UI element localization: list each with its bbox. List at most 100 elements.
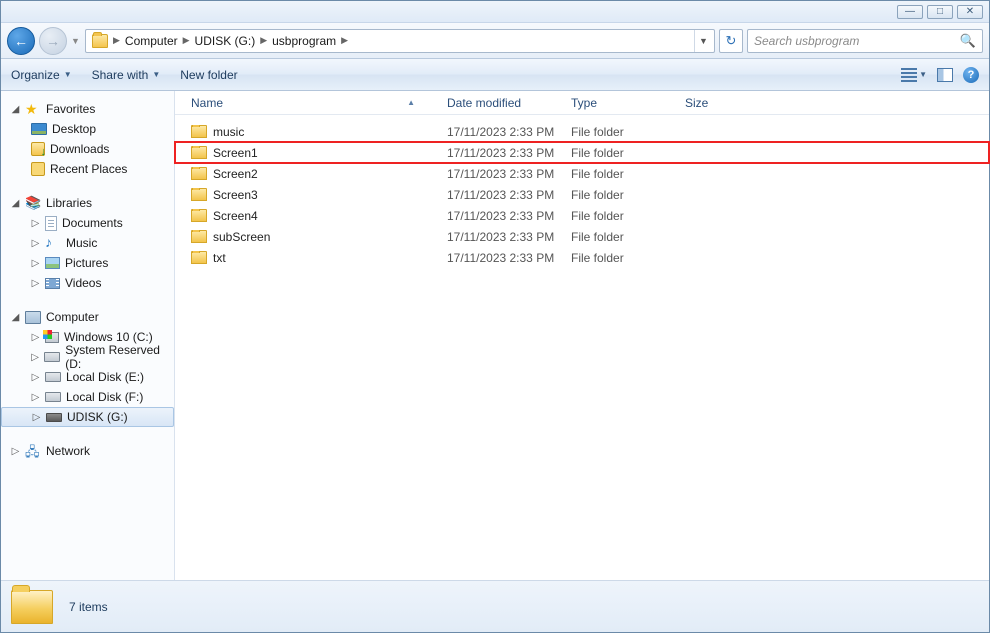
tree-drive-f[interactable]: ▷Local Disk (F:) — [1, 387, 174, 407]
file-row[interactable]: Screen417/11/2023 2:33 PMFile folder — [175, 205, 989, 226]
disclosure-icon[interactable]: ▷ — [31, 278, 40, 289]
folder-icon — [191, 230, 207, 243]
file-name: txt — [213, 251, 226, 265]
forward-button[interactable]: → — [39, 27, 67, 55]
chevron-down-icon: ▼ — [64, 70, 72, 79]
organize-menu[interactable]: Organize▼ — [11, 68, 72, 82]
usb-drive-icon — [46, 413, 62, 422]
file-date: 17/11/2023 2:33 PM — [441, 230, 565, 244]
address-dropdown[interactable]: ▼ — [694, 30, 712, 52]
new-folder-button[interactable]: New folder — [180, 68, 237, 82]
file-row[interactable]: music17/11/2023 2:33 PMFile folder — [175, 121, 989, 142]
file-row[interactable]: txt17/11/2023 2:33 PMFile folder — [175, 247, 989, 268]
help-button[interactable]: ? — [963, 67, 979, 83]
tree-drive-d[interactable]: ▷System Reserved (D: — [1, 347, 174, 367]
sort-asc-icon: ▲ — [407, 98, 435, 107]
folder-icon — [191, 125, 207, 138]
history-dropdown[interactable]: ▼ — [71, 36, 81, 46]
disclosure-icon[interactable]: ◢ — [11, 312, 20, 323]
disclosure-icon[interactable]: ▷ — [31, 238, 40, 249]
file-name: Screen3 — [213, 188, 258, 202]
disclosure-icon[interactable]: ▷ — [32, 412, 41, 423]
address-bar[interactable]: ▶ Computer ▶ UDISK (G:) ▶ usbprogram ▶ ▼ — [85, 29, 715, 53]
disclosure-icon[interactable]: ▷ — [31, 218, 40, 229]
disclosure-icon[interactable]: ▷ — [31, 392, 40, 403]
tree-computer[interactable]: ◢ Computer — [1, 307, 174, 327]
disclosure-icon[interactable]: ▷ — [31, 258, 40, 269]
search-input[interactable] — [754, 34, 960, 48]
file-date: 17/11/2023 2:33 PM — [441, 146, 565, 160]
file-row[interactable]: subScreen17/11/2023 2:33 PMFile folder — [175, 226, 989, 247]
tree-label: Network — [46, 444, 90, 458]
file-list-pane: Name ▲ Date modified Type Size music 17/1… — [175, 91, 989, 580]
minimize-button[interactable]: — — [897, 5, 923, 19]
navigation-tree[interactable]: ◢ ★ Favorites Desktop Downloads Recent P… — [1, 91, 175, 580]
disclosure-icon[interactable]: ◢ — [11, 198, 20, 209]
column-name[interactable]: Name ▲ — [185, 91, 441, 114]
tree-documents[interactable]: ▷Documents — [1, 213, 174, 233]
file-date: 17/11/2023 2:33 PM — [441, 188, 565, 202]
back-button[interactable]: ← — [7, 27, 35, 55]
file-date: 17/11/2023 2:33 PM — [441, 125, 565, 139]
view-options-button[interactable]: ▼ — [901, 68, 927, 82]
breadcrumb-usbprogram[interactable]: usbprogram — [268, 30, 340, 52]
preview-pane-button[interactable] — [937, 68, 953, 82]
tree-favorites[interactable]: ◢ ★ Favorites — [1, 99, 174, 119]
disclosure-icon[interactable]: ▷ — [11, 446, 20, 457]
maximize-button[interactable]: □ — [927, 5, 953, 19]
disclosure-icon[interactable]: ▷ — [31, 332, 40, 343]
desktop-icon — [31, 123, 47, 135]
column-headers: Name ▲ Date modified Type Size — [175, 91, 989, 115]
computer-icon — [25, 311, 41, 324]
file-name: Screen1 — [213, 146, 258, 160]
column-type[interactable]: Type — [565, 91, 679, 114]
chevron-down-icon: ▼ — [152, 70, 160, 79]
disclosure-icon[interactable]: ▷ — [31, 372, 40, 383]
column-date[interactable]: Date modified — [441, 91, 565, 114]
drive-icon — [45, 372, 61, 382]
file-name: music — [213, 125, 244, 139]
tree-label: Favorites — [46, 102, 95, 116]
drive-icon — [45, 392, 61, 402]
share-menu[interactable]: Share with▼ — [92, 68, 161, 82]
windows-drive-icon — [45, 332, 59, 343]
breadcrumb-computer[interactable]: Computer — [121, 30, 182, 52]
disclosure-icon[interactable]: ◢ — [11, 104, 20, 115]
breadcrumb-udisk[interactable]: UDISK (G:) — [191, 30, 260, 52]
tree-label: Computer — [46, 310, 99, 324]
navigation-bar: ← → ▼ ▶ Computer ▶ UDISK (G:) ▶ usbprogr… — [1, 23, 989, 59]
file-type: File folder — [565, 167, 679, 181]
folder-icon — [92, 34, 108, 48]
disclosure-icon[interactable]: ▷ — [31, 352, 39, 363]
chevron-down-icon: ▼ — [919, 70, 927, 79]
videos-icon — [45, 278, 60, 289]
column-size[interactable]: Size — [679, 91, 759, 114]
close-button[interactable]: ✕ — [957, 5, 983, 19]
tree-recent-places[interactable]: Recent Places — [1, 159, 174, 179]
tree-libraries[interactable]: ◢ 📚 Libraries — [1, 193, 174, 213]
tree-label: Libraries — [46, 196, 92, 210]
folder-icon — [191, 188, 207, 201]
file-row[interactable]: Screen317/11/2023 2:33 PMFile folder — [175, 184, 989, 205]
tree-desktop[interactable]: Desktop — [1, 119, 174, 139]
tree-videos[interactable]: ▷Videos — [1, 273, 174, 293]
file-row[interactable]: Screen117/11/2023 2:33 PMFile folder — [175, 142, 989, 163]
tree-downloads[interactable]: Downloads — [1, 139, 174, 159]
refresh-button[interactable]: ↻ — [719, 29, 743, 53]
music-icon: ♪ — [45, 235, 61, 251]
tree-network[interactable]: ▷ 🖧 Network — [1, 441, 174, 461]
file-date: 17/11/2023 2:33 PM — [441, 167, 565, 181]
tree-music[interactable]: ▷♪Music — [1, 233, 174, 253]
file-name: Screen4 — [213, 209, 258, 223]
folder-icon — [191, 251, 207, 264]
breadcrumb-sep-icon: ▶ — [260, 35, 267, 46]
tree-pictures[interactable]: ▷Pictures — [1, 253, 174, 273]
file-row[interactable]: Screen217/11/2023 2:33 PMFile folder — [175, 163, 989, 184]
status-bar: 7 items — [1, 580, 989, 632]
downloads-icon — [31, 142, 45, 156]
search-icon[interactable]: 🔍 — [960, 33, 976, 49]
file-date: 17/11/2023 2:33 PM — [441, 251, 565, 265]
drive-icon — [44, 352, 60, 362]
tree-drive-g-udisk[interactable]: ▷UDISK (G:) — [1, 407, 174, 427]
search-box[interactable]: 🔍 — [747, 29, 983, 53]
